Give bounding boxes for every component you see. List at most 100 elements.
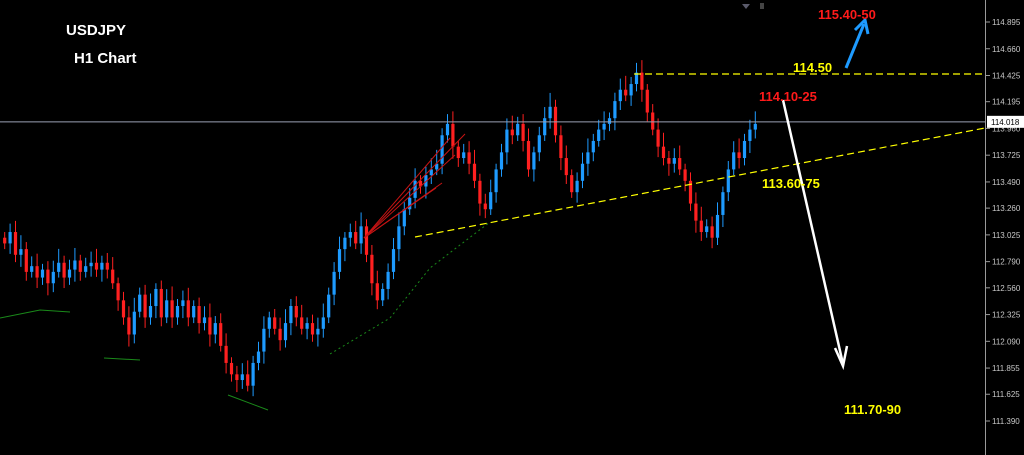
candle-body bbox=[737, 152, 741, 159]
candle-body bbox=[699, 220, 703, 233]
candle-body bbox=[553, 106, 558, 136]
candle-body bbox=[219, 323, 223, 346]
candle-body bbox=[710, 226, 714, 238]
candle-body bbox=[456, 146, 460, 159]
candle-body bbox=[197, 306, 201, 324]
candle-body bbox=[478, 180, 482, 204]
candle-body bbox=[467, 152, 471, 164]
candle-body bbox=[656, 129, 660, 147]
candle-body bbox=[310, 323, 315, 335]
candle-body bbox=[192, 306, 196, 318]
candle-body bbox=[170, 300, 174, 318]
candle-body bbox=[570, 175, 574, 193]
axis-tick-label: 113.725 bbox=[992, 151, 1021, 160]
candle-body bbox=[516, 123, 520, 136]
candle-body bbox=[386, 271, 390, 289]
candle-body bbox=[84, 266, 88, 272]
candle-body bbox=[548, 106, 552, 119]
candle-body bbox=[143, 294, 147, 318]
annotation-target-high: 115.40-50 bbox=[818, 7, 876, 22]
axis-tick-label: 113.025 bbox=[992, 231, 1021, 240]
axis-tick-label: 114.660 bbox=[992, 45, 1021, 54]
candle-body bbox=[121, 300, 126, 318]
candle-body bbox=[78, 260, 82, 272]
candle-body bbox=[624, 89, 628, 96]
candle-body bbox=[30, 266, 34, 272]
candle-body bbox=[537, 135, 541, 153]
price-chart: 114.895114.660114.425114.195113.960113.7… bbox=[0, 0, 1024, 455]
candle-body bbox=[559, 135, 563, 159]
candle-body bbox=[532, 152, 536, 170]
candle-body bbox=[62, 262, 66, 278]
axis-tick-label: 112.325 bbox=[992, 311, 1021, 320]
candle-body bbox=[753, 123, 757, 130]
candle-body bbox=[148, 306, 153, 318]
axis-tick-label: 112.090 bbox=[992, 337, 1021, 346]
candle-body bbox=[489, 192, 493, 210]
candle-body bbox=[246, 374, 250, 386]
candle-body bbox=[640, 72, 644, 90]
candle-body bbox=[618, 89, 622, 102]
candle-body bbox=[613, 101, 617, 119]
candle-body bbox=[445, 123, 450, 136]
candle-body bbox=[586, 152, 590, 164]
chart-background bbox=[0, 0, 1024, 455]
candle-body bbox=[300, 317, 304, 329]
candle-body bbox=[138, 294, 142, 312]
annotation-level-114-50: 114.50 bbox=[793, 60, 833, 75]
candle-body bbox=[543, 118, 547, 136]
candle-body bbox=[748, 129, 752, 141]
candle-body bbox=[46, 269, 50, 284]
candle-body bbox=[607, 118, 612, 124]
candle-body bbox=[580, 163, 585, 181]
candle-body bbox=[208, 317, 212, 335]
candle-body bbox=[337, 249, 342, 272]
candle-body bbox=[391, 249, 396, 272]
annotation-target-low: 111.70-90 bbox=[844, 402, 902, 417]
candle-body bbox=[289, 306, 293, 324]
axis-tick-label: 113.260 bbox=[992, 204, 1021, 213]
candle-body bbox=[597, 129, 601, 141]
axis-tick-label: 114.195 bbox=[992, 98, 1021, 107]
candle-body bbox=[3, 237, 7, 244]
candle-body bbox=[51, 271, 55, 284]
annotation-level-114-10: 114.10-25 bbox=[759, 89, 817, 104]
candle-body bbox=[359, 226, 363, 244]
axis-tick-label: 112.560 bbox=[992, 284, 1021, 293]
candle-body bbox=[256, 351, 261, 363]
candle-body bbox=[35, 266, 39, 278]
candle-body bbox=[732, 152, 736, 170]
candle-body bbox=[235, 374, 239, 381]
candle-body bbox=[94, 262, 99, 270]
candle-body bbox=[667, 158, 671, 164]
candle-body bbox=[100, 262, 104, 270]
candle-body bbox=[321, 317, 325, 329]
candle-body bbox=[294, 306, 298, 318]
candle-body bbox=[505, 129, 509, 153]
candle-body bbox=[370, 254, 374, 284]
candle-body bbox=[564, 158, 568, 176]
candle-body bbox=[224, 345, 228, 363]
candle-body bbox=[678, 158, 682, 170]
candle-body bbox=[73, 260, 77, 270]
candle-body bbox=[440, 135, 444, 164]
candle-body bbox=[175, 306, 180, 318]
candle-body bbox=[472, 163, 477, 181]
candle-body bbox=[499, 152, 504, 170]
axis-tick-label: 112.790 bbox=[992, 258, 1021, 267]
candle-body bbox=[40, 269, 45, 278]
candle-body bbox=[316, 328, 320, 335]
candle-body bbox=[165, 300, 169, 318]
candle-body bbox=[462, 152, 466, 159]
candle-body bbox=[413, 180, 417, 198]
annotation-level-113-60: 113.60-75 bbox=[762, 176, 820, 191]
candle-body bbox=[111, 269, 115, 284]
candle-body bbox=[375, 283, 379, 301]
candle-body bbox=[510, 129, 514, 136]
candle-body bbox=[397, 226, 401, 250]
candle-body bbox=[332, 271, 336, 295]
candle-body bbox=[672, 158, 676, 164]
candle-body bbox=[381, 288, 385, 301]
chart-subtitle: H1 Chart bbox=[74, 50, 137, 67]
axis-tick-label: 113.490 bbox=[992, 178, 1021, 187]
